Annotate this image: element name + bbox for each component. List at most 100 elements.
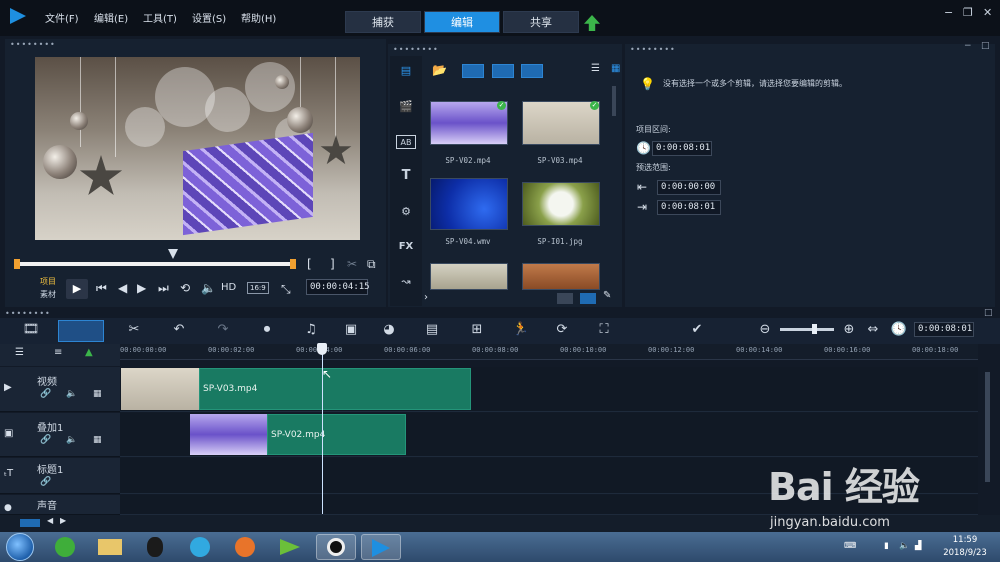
- aspect-button[interactable]: 16:9: [247, 282, 269, 294]
- motion-tracking-icon[interactable]: 🏃: [512, 322, 530, 338]
- subtitle-icon[interactable]: ▤: [423, 322, 441, 338]
- playhead-handle[interactable]: [317, 343, 327, 355]
- tab-capture[interactable]: 捕获: [345, 11, 421, 33]
- toolbox-icon[interactable]: ✂: [125, 322, 143, 338]
- home-button[interactable]: ⏮: [96, 281, 107, 296]
- mute-icon[interactable]: 🔈: [66, 389, 77, 399]
- fx-icon[interactable]: FX: [396, 240, 416, 254]
- end-button[interactable]: ⏭: [158, 281, 169, 296]
- library-thumb[interactable]: [522, 263, 600, 290]
- sort-button[interactable]: [557, 293, 573, 304]
- timeline-vertical-scrollbar[interactable]: [985, 372, 990, 482]
- path-icon[interactable]: ↝: [396, 275, 416, 289]
- show-audio-button[interactable]: [521, 64, 543, 78]
- timeline-maximize-button[interactable]: □: [984, 308, 993, 318]
- zoom-out-icon[interactable]: ⊖: [756, 322, 774, 338]
- project-interval-field[interactable]: 0:00:08:01: [652, 141, 712, 156]
- wrap-icon[interactable]: ▦: [93, 389, 102, 399]
- tab-edit[interactable]: 编辑: [424, 11, 500, 33]
- menu-settings[interactable]: 设置(S): [192, 10, 226, 25]
- taskbar-app-media[interactable]: [180, 534, 220, 560]
- clip-thumbnail[interactable]: [121, 368, 199, 410]
- menu-help[interactable]: 帮助(H): [241, 10, 276, 25]
- taskbar-app-explorer[interactable]: [90, 534, 130, 560]
- library-thumb[interactable]: [430, 178, 508, 230]
- color-grading-icon[interactable]: ◕: [380, 322, 398, 338]
- smart-package-icon[interactable]: ⛶: [595, 322, 613, 338]
- tab-share[interactable]: 共享: [503, 11, 579, 33]
- network-icon[interactable]: ▟: [915, 541, 922, 551]
- multicam-icon[interactable]: ▣: [342, 322, 360, 338]
- library-thumb[interactable]: [522, 101, 600, 145]
- media-icon[interactable]: ▤: [396, 64, 416, 78]
- instant-project-icon[interactable]: 🎬: [396, 100, 416, 114]
- taskbar-app-browser[interactable]: [45, 534, 85, 560]
- taskbar-app-editor[interactable]: [361, 534, 401, 560]
- undo-icon[interactable]: ↶: [170, 322, 188, 338]
- list-view-icon[interactable]: ☰: [591, 63, 600, 74]
- menu-edit[interactable]: 编辑(E): [94, 10, 128, 25]
- taskbar-app-qq[interactable]: [135, 534, 175, 560]
- zoom-in-icon[interactable]: ⊕: [840, 322, 858, 338]
- project-duration-field[interactable]: 0:00:08:01: [914, 322, 974, 337]
- scroll-left-icon[interactable]: ◀: [47, 516, 53, 525]
- redo-icon[interactable]: ↷: [214, 322, 232, 338]
- zoom-slider-handle[interactable]: [812, 324, 817, 334]
- enlarge-icon[interactable]: ⤡: [281, 282, 291, 297]
- zoom-slider[interactable]: [780, 328, 834, 331]
- speaker-icon[interactable]: 🔈: [899, 541, 910, 551]
- trim-bar[interactable]: [14, 259, 296, 269]
- video-clip[interactable]: SP-V03.mp4: [199, 368, 471, 410]
- panel-minimize-button[interactable]: −: [964, 41, 972, 51]
- title-icon[interactable]: T: [396, 169, 416, 183]
- snapshot-icon[interactable]: ⧉: [367, 257, 376, 272]
- repeat-icon[interactable]: ⟲: [180, 281, 190, 295]
- panel-maximize-button[interactable]: □: [981, 41, 990, 51]
- time-remap-icon[interactable]: ⟳: [553, 322, 571, 338]
- fit-project-icon[interactable]: ⇔: [864, 322, 882, 338]
- timeline-nav-button[interactable]: [20, 519, 40, 527]
- start-button[interactable]: [6, 533, 34, 561]
- chapter-icon[interactable]: ≡: [54, 347, 62, 358]
- link-icon[interactable]: 🔗: [40, 435, 51, 445]
- split-screen-icon[interactable]: ⊞: [468, 322, 486, 338]
- taskbar-time[interactable]: 11:59: [940, 535, 990, 545]
- library-thumb[interactable]: [430, 263, 508, 290]
- prev-frame-button[interactable]: ◀: [118, 281, 127, 295]
- storyboard-view-icon[interactable]: 🎞: [22, 322, 40, 338]
- thumb-view-icon[interactable]: ▦: [611, 63, 620, 74]
- show-photos-button[interactable]: [492, 64, 514, 78]
- add-marker-icon[interactable]: ▲: [85, 347, 93, 358]
- record-capture-icon[interactable]: ⏺: [258, 322, 276, 338]
- track-manager-icon[interactable]: ☰: [15, 347, 24, 358]
- volume-icon[interactable]: 🔈: [201, 281, 216, 295]
- timeline-view-button[interactable]: [58, 320, 104, 342]
- expand-sidebar-icon[interactable]: ›: [424, 292, 428, 303]
- panel-grip[interactable]: ••••••••: [5, 309, 51, 318]
- menu-tools[interactable]: 工具(T): [143, 10, 177, 25]
- thumb-size-button[interactable]: [580, 293, 596, 304]
- transition-icon[interactable]: AB: [396, 135, 416, 149]
- library-scrollbar[interactable]: [612, 86, 616, 116]
- auto-music-icon[interactable]: ✔: [688, 322, 706, 338]
- restore-button[interactable]: ❐: [963, 6, 973, 19]
- taskbar-date[interactable]: 2018/9/23: [938, 548, 992, 558]
- wrap-icon[interactable]: ▦: [93, 435, 102, 445]
- add-folder-icon[interactable]: 📂: [432, 63, 447, 77]
- project-mode-label[interactable]: 项目: [40, 276, 56, 287]
- panel-grip[interactable]: ••••••••: [10, 40, 56, 49]
- library-thumb[interactable]: [430, 101, 508, 145]
- hd-button[interactable]: HD: [221, 282, 236, 293]
- sound-mixer-icon[interactable]: ♫: [302, 322, 320, 338]
- play-button[interactable]: ▶: [66, 279, 88, 299]
- next-frame-button[interactable]: ▶: [137, 281, 146, 295]
- keyboard-icon[interactable]: ⌨: [844, 541, 856, 551]
- mark-out-button[interactable]: ]: [330, 257, 335, 271]
- preview-timecode[interactable]: 00:00:04:15: [306, 279, 370, 295]
- trim-out-field[interactable]: 0:00:08:01: [657, 200, 721, 215]
- graphic-icon[interactable]: ⚙: [396, 205, 416, 219]
- link-icon[interactable]: 🔗: [40, 477, 51, 487]
- show-videos-button[interactable]: [462, 64, 484, 78]
- clip-thumbnail[interactable]: [190, 414, 267, 455]
- panel-grip[interactable]: ••••••••: [393, 45, 439, 54]
